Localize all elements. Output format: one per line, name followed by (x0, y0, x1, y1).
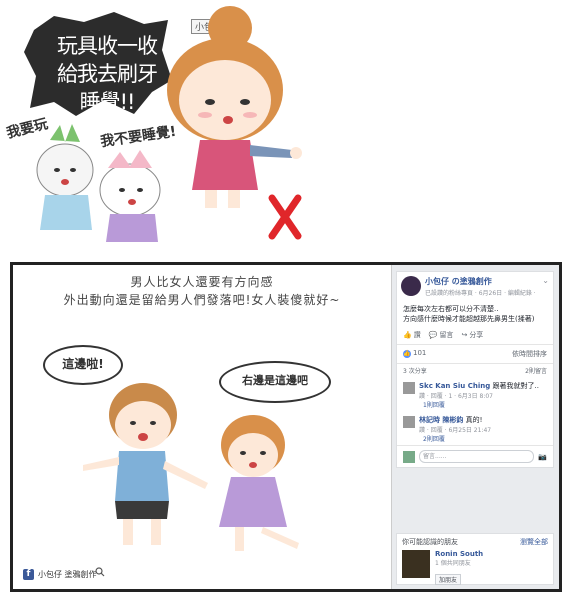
brand-footer: f 小包仔 塗鴉創作 (23, 569, 97, 580)
comment-count[interactable]: 2則留言 (525, 366, 547, 375)
chevron-down-icon[interactable]: ⌄ (542, 276, 549, 285)
page-avatar[interactable] (401, 276, 421, 296)
comment-replies-link[interactable]: 2則回覆 (419, 434, 547, 443)
comment-text: 真的! (465, 416, 483, 424)
brand-label: 小包仔 塗鴉創作 (38, 570, 97, 579)
post-text: 怎麼每次左右都可以分不清楚.. 方向感什麼時候才能超越那先鼻男生(揉著) (397, 302, 553, 324)
search-icon (95, 567, 105, 577)
comment-button-label: 留言 (439, 331, 454, 339)
person-name[interactable]: Ronin South (435, 550, 553, 558)
post-card: 小包仔 の塗鴉創作 已設讚的粉絲專頁 · 6月26日 · 編輯紀錄 · ⌄ 怎麼… (396, 271, 554, 468)
comment-item: 林記時 陳彬鈞 真的! 讚 · 回覆 · 6月25日 21:47 2則回覆 (397, 411, 553, 445)
like-badge-icon: 👍 (403, 350, 411, 358)
add-friend-button[interactable]: 加朋友 (435, 574, 462, 585)
order-selector[interactable]: 依時間排序 (512, 349, 547, 359)
see-all-link[interactable]: 瀏覽全部 (520, 537, 548, 547)
comment-button[interactable]: 💬 留言 (429, 330, 454, 340)
people-header: 你可能認識的朋友 瀏覽全部 (397, 534, 553, 550)
couple-drawing (83, 383, 299, 551)
person-avatar[interactable] (402, 550, 430, 578)
comment-replies-link[interactable]: 1則回覆 (419, 400, 547, 409)
write-comment-row: 留言...... 📷 (397, 445, 553, 467)
comment-input[interactable]: 留言...... (419, 450, 535, 463)
post-actions: 👍 讚 💬 留言 ↪ 分享 (397, 324, 553, 345)
comment-text: 跟著我就對了.. (492, 382, 539, 390)
screenshot-frame: 男人比女人還要有方向感 外出動向還是留給男人們發落吧!女人裝傻就好~ 這邊啦! … (10, 262, 562, 592)
post-text-line2: 方向感什麼時候才能超越那先鼻男生(揉著) (403, 315, 535, 323)
mom-and-kids-drawing (36, 6, 302, 242)
like-count-value: 101 (413, 349, 427, 357)
commenter-name[interactable]: Skc Kan Siu Ching (419, 382, 490, 390)
people-title: 你可能認識的朋友 (402, 538, 458, 546)
camera-icon[interactable]: 📷 (538, 453, 547, 461)
share-button[interactable]: ↪ 分享 (461, 330, 483, 340)
person-mutual: 1 個共同朋友 (435, 560, 471, 567)
people-you-may-know: 你可能認識的朋友 瀏覽全部 Ronin South 1 個共同朋友 加朋友 (396, 533, 554, 585)
thumbs-up-icon: 👍 (403, 331, 412, 339)
facebook-panel: 小包仔 の塗鴉創作 已設讚的粉絲專頁 · 6月26日 · 編輯紀錄 · ⌄ 怎麼… (391, 265, 559, 589)
share-count-row: 3 次分享 2則留言 (397, 364, 553, 377)
reactions-row: 👍 101 依時間排序 (397, 345, 553, 364)
share-icon: ↪ (461, 331, 468, 339)
share-button-label: 分享 (469, 331, 484, 339)
post-text-line1: 怎麼每次左右都可以分不清楚.. (403, 305, 499, 313)
like-count[interactable]: 👍 101 (403, 349, 426, 359)
like-button[interactable]: 👍 讚 (403, 330, 421, 340)
top-comic-illustration: 玩具收一收給我去刷牙睡覺!! 小包仔 (0, 0, 571, 255)
comment-meta: 讚 · 回覆 · 6月25日 21:47 (419, 427, 492, 434)
comment-item: Skc Kan Siu Ching 跟著我就對了.. 讚 · 回覆 · 1 · … (397, 377, 553, 411)
comment-meta: 讚 · 回覆 · 1 · 6月3日 8:07 (419, 393, 493, 400)
share-count[interactable]: 3 次分享 (403, 366, 427, 375)
post-header: 小包仔 の塗鴉創作 已設讚的粉絲專頁 · 6月26日 · 編輯紀錄 · ⌄ (397, 272, 553, 302)
comment-icon: 💬 (428, 331, 438, 339)
post-meta: 已設讚的粉絲專頁 · 6月26日 · 編輯紀錄 · (425, 290, 536, 297)
page-name-link[interactable]: 小包仔 の塗鴉創作 (425, 276, 492, 287)
my-avatar (403, 450, 415, 463)
commenter-avatar[interactable] (403, 416, 415, 428)
comic-panel: 男人比女人還要有方向感 外出動向還是留給男人們發落吧!女人裝傻就好~ 這邊啦! … (13, 265, 391, 589)
person-suggestion: Ronin South 1 個共同朋友 加朋友 (397, 550, 553, 585)
facebook-icon: f (23, 569, 34, 580)
like-button-label: 讚 (413, 331, 421, 339)
commenter-avatar[interactable] (403, 382, 415, 394)
commenter-name[interactable]: 林記時 陳彬鈞 (419, 416, 463, 424)
